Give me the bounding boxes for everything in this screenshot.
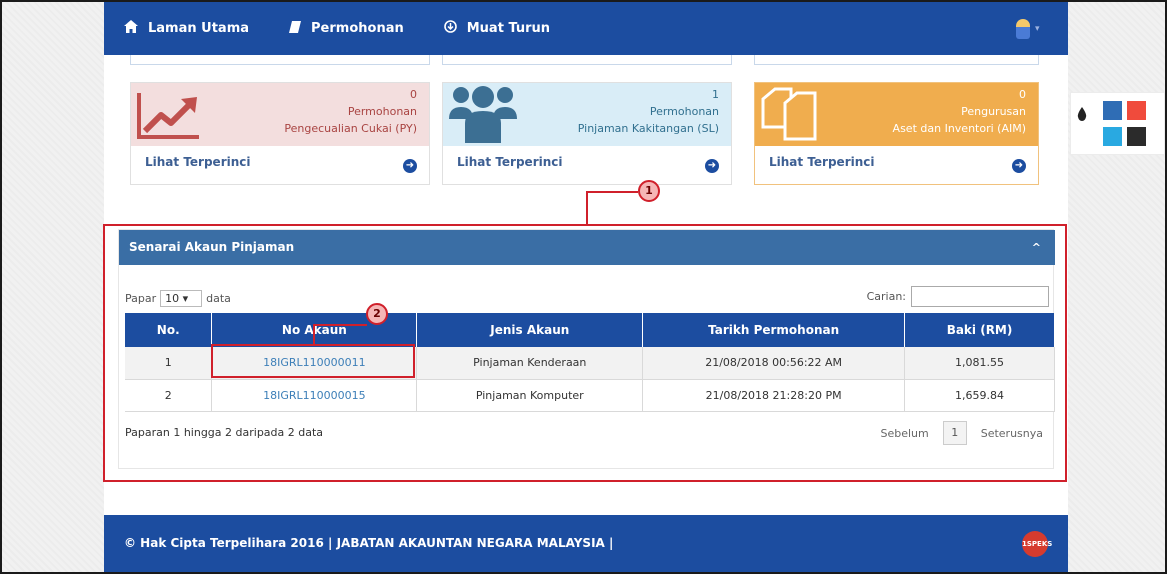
card-label: Permohonan <box>347 105 417 118</box>
card-strip <box>754 55 1039 65</box>
arrow-right-icon[interactable]: ➜ <box>705 159 719 173</box>
footer: © Hak Cipta Terpelihara 2016 | JABATAN A… <box>104 515 1068 572</box>
card-count: 0 <box>1019 88 1026 101</box>
user-menu[interactable]: ▾ <box>1016 18 1046 40</box>
card-strip <box>130 55 430 65</box>
annotation-leader <box>313 324 367 326</box>
color-swatch-red[interactable] <box>1127 101 1146 120</box>
annotation-marker: 1 <box>638 180 660 202</box>
arrow-right-icon[interactable]: ➜ <box>1012 159 1026 173</box>
trend-chart-icon <box>137 91 201 143</box>
card-strip <box>442 55 732 65</box>
card-header: 0 Pengurusan Aset dan Inventori (AIM) <box>755 83 1038 146</box>
card-label: Pengecualian Cukai (PY) <box>284 122 417 135</box>
nav-download-label: Muat Turun <box>466 21 551 36</box>
card-count: 0 <box>410 88 417 101</box>
card-asset-inventory: 0 Pengurusan Aset dan Inventori (AIM) Li… <box>754 82 1039 185</box>
nav-home-label: Laman Utama <box>148 21 250 36</box>
card-label: Pinjaman Kakitangan (SL) <box>577 122 719 135</box>
card-staff-loan: 1 Permohonan Pinjaman Kakitangan (SL) Li… <box>442 82 732 185</box>
card-header: 0 Permohonan Pengecualian Cukai (PY) <box>131 83 429 146</box>
view-details-link[interactable]: Lihat Terperinci <box>769 155 875 169</box>
card-label: Aset dan Inventori (AIM) <box>892 122 1026 135</box>
color-swatch-blue[interactable] <box>1103 101 1122 120</box>
nav-applications-label: Permohonan <box>311 21 404 36</box>
card-count: 1 <box>712 88 719 101</box>
avatar <box>1016 19 1030 39</box>
top-navbar: Laman Utama Permohonan Muat Turun ▾ <box>104 2 1068 55</box>
arrow-right-icon[interactable]: ➜ <box>403 159 417 173</box>
nav-download[interactable]: Muat Turun <box>443 20 551 37</box>
card-label: Permohonan <box>649 105 719 118</box>
chevron-down-icon: ▾ <box>1035 24 1040 34</box>
color-swatch-lightblue[interactable] <box>1103 127 1122 146</box>
view-details-link[interactable]: Lihat Terperinci <box>145 155 251 169</box>
users-icon <box>447 83 519 147</box>
card-tax-exemption: 0 Permohonan Pengecualian Cukai (PY) Lih… <box>130 82 430 185</box>
documents-icon <box>761 87 819 147</box>
speks-logo: 1SPEKS <box>1022 531 1052 557</box>
home-icon <box>124 20 138 37</box>
annotation-leader <box>586 191 588 225</box>
card-header: 1 Permohonan Pinjaman Kakitangan (SL) <box>443 83 731 146</box>
nav-home[interactable]: Laman Utama <box>124 20 249 37</box>
book-icon <box>289 20 302 37</box>
annotation-leader <box>313 324 315 346</box>
drop-icon[interactable] <box>1077 107 1087 125</box>
card-label: Pengurusan <box>961 105 1026 118</box>
annotation-box-account <box>211 344 415 378</box>
view-details-link[interactable]: Lihat Terperinci <box>457 155 563 169</box>
nav-applications[interactable]: Permohonan <box>289 20 404 37</box>
annotation-leader <box>586 191 638 193</box>
theme-color-widget <box>1070 92 1165 155</box>
download-icon <box>443 20 457 37</box>
footer-text: © Hak Cipta Terpelihara 2016 | JABATAN A… <box>124 536 614 550</box>
annotation-marker: 2 <box>366 303 388 325</box>
color-swatch-dark[interactable] <box>1127 127 1146 146</box>
